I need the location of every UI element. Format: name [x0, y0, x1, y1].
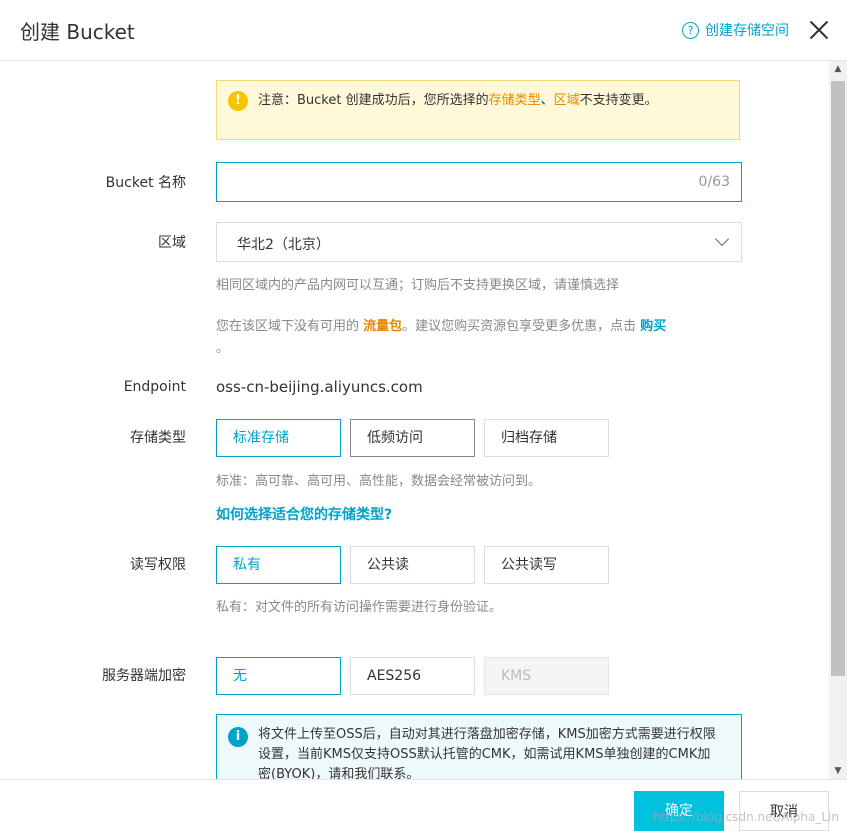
question-icon: ?	[682, 21, 699, 39]
encryption-kms-option: KMS	[484, 657, 609, 695]
encryption-aes256-option[interactable]: AES256	[350, 657, 475, 695]
storage-standard-option[interactable]: 标准存储	[216, 419, 341, 457]
close-icon[interactable]	[809, 20, 829, 40]
endpoint-label: Endpoint	[123, 379, 186, 395]
watermark: https://blog.csdn.net/Alpha_Lin	[652, 810, 839, 824]
dialog-header: 创建 Bucket ? 创建存储空间	[0, 0, 847, 61]
endpoint-value: oss-cn-beijing.aliyuncs.com	[216, 378, 423, 396]
create-bucket-help-link[interactable]: ? 创建存储空间	[682, 20, 789, 40]
dialog-body[interactable]: ! 注意：Bucket 创建成功后，您所选择的存储类型、区域不支持变更。 Buc…	[0, 61, 829, 779]
acl-public-read-option[interactable]: 公共读	[350, 546, 475, 584]
acl-public-read-write-option[interactable]: 公共读写	[484, 546, 609, 584]
storage-ia-option[interactable]: 低频访问	[350, 419, 475, 457]
info-icon: i	[228, 727, 248, 747]
scroll-up-icon[interactable]: ▲	[829, 61, 847, 77]
help-link-label: 创建存储空间	[705, 23, 789, 39]
buy-link[interactable]: 购买	[640, 319, 666, 334]
warning-icon: !	[228, 91, 248, 111]
traffic-package-label: 流量包	[363, 319, 403, 334]
region-label: 区域	[158, 235, 186, 251]
acl-private-option[interactable]: 私有	[216, 546, 341, 584]
chevron-down-icon	[714, 231, 730, 247]
bucket-name-input[interactable]: 0/63	[216, 162, 742, 202]
warning-term-storage: 存储类型	[488, 93, 541, 108]
storage-archive-option[interactable]: 归档存储	[484, 419, 609, 457]
scroll-down-icon[interactable]: ▼	[829, 763, 847, 779]
warning-term-region: 区域	[553, 93, 580, 108]
bucket-name-counter: 0/63	[698, 174, 730, 190]
encryption-label: 服务器端加密	[102, 668, 186, 684]
acl-hint: 私有：对文件的所有访问操作需要进行身份验证。	[216, 600, 503, 615]
encryption-info-text: 将文件上传至OSS后，自动对其进行落盘加密存储，KMS加密方式需要进行权限设置，…	[258, 727, 716, 779]
region-notice: 您在该区域下没有可用的 流量包。建议您购买资源包享受更多优惠，点击 购买。	[216, 319, 667, 356]
encryption-info-box: i 将文件上传至OSS后，自动对其进行落盘加密存储，KMS加密方式需要进行权限设…	[216, 714, 742, 779]
region-hint: 相同区域内的产品内网可以互通；订购后不支持更换区域，请谨慎选择	[216, 278, 620, 293]
vertical-scrollbar[interactable]: ▲ ▼	[829, 61, 847, 779]
region-selected-value: 华北2（北京）	[237, 237, 330, 253]
encryption-none-option[interactable]: 无	[216, 657, 341, 695]
dialog-footer: 确定 取消 https://blog.csdn.net/Alpha_Lin	[0, 779, 847, 836]
bucket-name-label: Bucket 名称	[105, 175, 186, 191]
scrollbar-thumb[interactable]	[831, 81, 845, 676]
acl-label: 读写权限	[130, 557, 186, 573]
dialog-title: 创建 Bucket	[20, 20, 135, 44]
warning-text: 注意：Bucket 创建成功后，您所选择的存储类型、区域不支持变更。	[258, 93, 658, 108]
storage-class-hint: 标准：高可靠、高可用、高性能，数据会经常被访问到。	[216, 474, 542, 489]
region-select[interactable]: 华北2（北京）	[216, 222, 742, 262]
storage-class-label: 存储类型	[130, 430, 186, 446]
warning-banner: ! 注意：Bucket 创建成功后，您所选择的存储类型、区域不支持变更。	[216, 80, 740, 140]
storage-class-help-link[interactable]: 如何选择适合您的存储类型?	[216, 504, 392, 524]
